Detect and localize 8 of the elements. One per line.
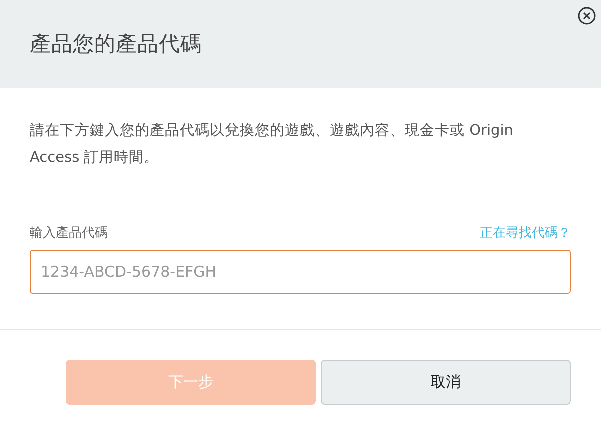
dialog-title: 產品您的產品代碼 — [30, 31, 202, 58]
help-link[interactable]: 正在尋找代碼？ — [480, 224, 571, 242]
cancel-button[interactable]: 取消 — [321, 360, 571, 405]
close-icon — [578, 7, 596, 25]
code-input-field[interactable]: 1234-ABCD-5678-EFGH — [30, 250, 571, 294]
field-label: 輸入產品代碼 — [30, 225, 108, 242]
close-button[interactable] — [578, 7, 596, 25]
description-text: 請在下方鍵入您的產品代碼以兌換您的遊戲、遊戲內容、現金卡或 Origin Access 訂用時間。 — [30, 122, 514, 168]
